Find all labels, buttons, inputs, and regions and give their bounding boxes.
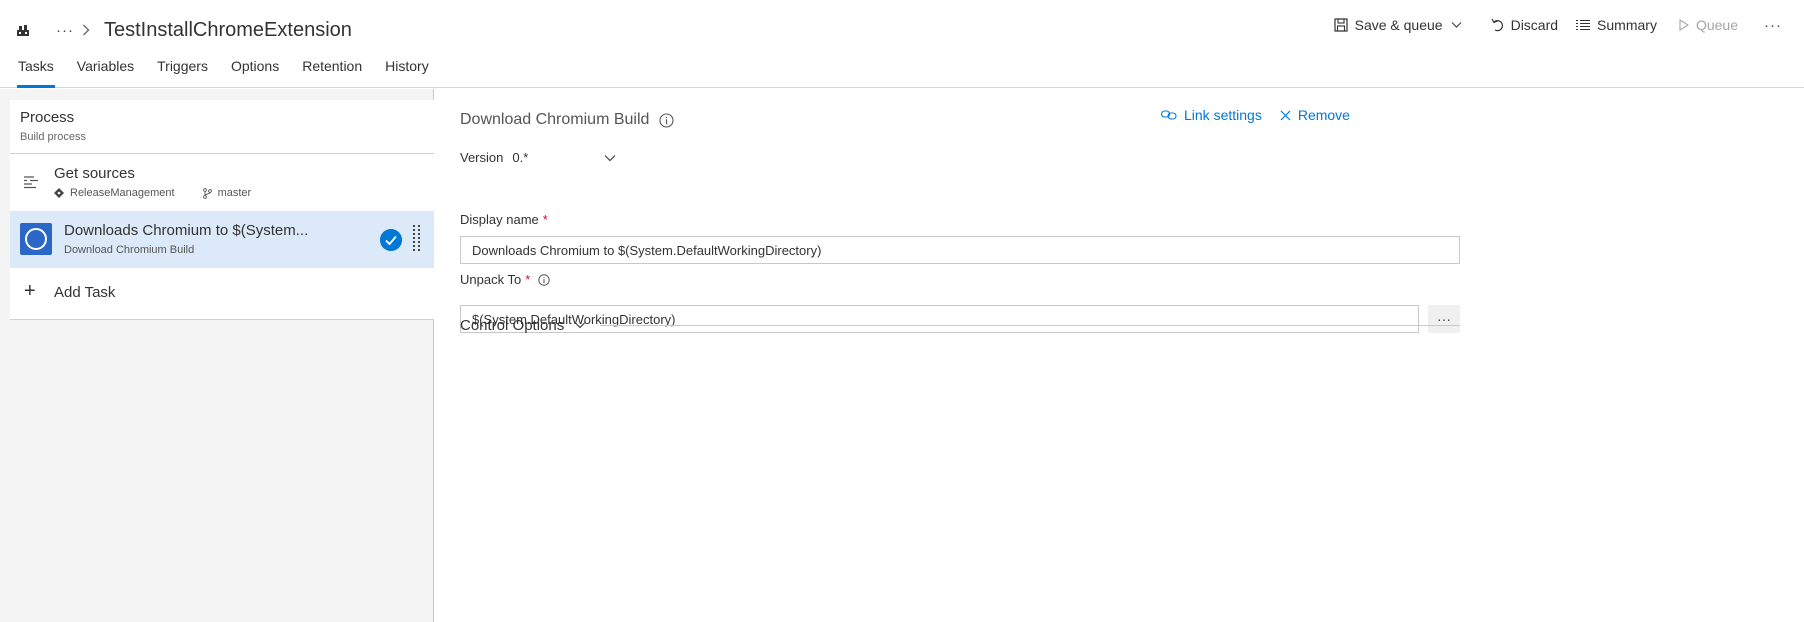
control-options-label: Control Options [460,316,565,334]
link-settings-button[interactable]: Link settings [1161,107,1262,123]
remove-label: Remove [1297,107,1350,123]
undo-icon [1491,18,1503,32]
info-icon[interactable] [659,112,674,128]
link-settings-label: Link settings [1184,107,1262,123]
add-task-label: Add Task [54,284,116,301]
unpack-to-label: Unpack To * [460,272,550,287]
plus-icon: + [24,280,36,302]
get-sources-meta: ReleaseManagement master [54,187,251,199]
task-list-panel: Process Build process Get sources Releas… [0,89,434,622]
task-detail-heading: Download Chromium Build [460,111,674,129]
tab-bar: Tasks Variables Triggers Options Retenti… [17,58,452,88]
summary-label: Summary [1597,17,1657,33]
breadcrumb: ··· TestInstallChromeExtension [16,14,352,46]
get-sources-item[interactable]: Get sources ReleaseManagement master [10,154,434,212]
display-name-field[interactable] [460,236,1460,264]
drag-handle-icon[interactable] [412,224,422,254]
toolbar: Save & queue Discard Summary Queue ··· [1334,14,1804,36]
build-pipeline-icon[interactable] [16,23,30,37]
branch-info: master [202,187,252,199]
task-detail-panel: Download Chromium Build Link settings Re… [435,89,1804,622]
chevron-down-icon [604,154,616,161]
version-selector: Version 0.* [460,150,616,165]
page-header: ··· TestInstallChromeExtension Save & qu… [0,0,1804,88]
tab-options[interactable]: Options [231,58,279,88]
page-title: TestInstallChromeExtension [104,18,352,41]
chevron-down-icon [574,322,586,329]
get-sources-title: Get sources [54,165,135,182]
chevron-right-icon [83,24,90,36]
info-icon[interactable] [538,273,550,286]
close-icon [1280,110,1291,120]
display-name-label: Display name * [460,212,548,227]
required-marker: * [542,212,548,227]
process-item[interactable]: Process Build process [10,100,434,154]
save-icon [1334,18,1348,32]
link-icon [1161,110,1177,120]
display-name-label-text: Display name [460,212,539,227]
version-label: Version [460,150,504,165]
add-task-button[interactable]: + Add Task [10,268,434,320]
chromium-task-icon [20,223,52,255]
task-item-download-chromium[interactable]: Downloads Chromium to $(System... Downlo… [10,212,434,268]
section-divider [600,324,1460,326]
save-and-queue-button[interactable]: Save & queue [1334,17,1469,33]
repo-name: ReleaseManagement [70,187,175,199]
remove-button[interactable]: Remove [1280,107,1350,123]
tab-triggers[interactable]: Triggers [157,58,208,88]
branch-icon [202,187,212,199]
chevron-down-icon[interactable] [1451,21,1462,29]
version-value: 0.* [512,150,529,165]
save-and-queue-label: Save & queue [1354,17,1443,33]
task-subtitle: Download Chromium Build [64,244,195,256]
version-dropdown[interactable]: 0.* [512,150,616,165]
discard-button[interactable]: Discard [1491,17,1558,33]
task-enabled-check-icon[interactable] [380,229,402,251]
control-options-section: Control Options [460,315,1460,335]
queue-button[interactable]: Queue [1679,17,1738,33]
discard-label: Discard [1510,17,1559,33]
tab-variables[interactable]: Variables [77,58,134,88]
unpack-to-label-text: Unpack To [460,272,522,287]
task-detail-title: Download Chromium Build [460,111,650,128]
more-actions-button[interactable]: ··· [1764,17,1782,34]
git-repo-icon [54,188,64,198]
breadcrumb-more-button[interactable]: ··· [56,22,74,39]
tab-tasks[interactable]: Tasks [17,58,55,88]
summary-button[interactable]: Summary [1576,17,1657,33]
task-detail-actions: Link settings Remove [1161,107,1350,123]
play-icon [1679,19,1689,31]
branch-name: master [217,187,252,199]
task-title: Downloads Chromium to $(System... [64,222,309,239]
tab-history[interactable]: History [385,58,429,88]
tab-retention[interactable]: Retention [302,58,362,88]
queue-label: Queue [1695,17,1738,33]
sources-icon [24,176,38,189]
list-icon [1576,19,1591,31]
control-options-toggle[interactable]: Control Options [460,317,586,334]
process-subtitle: Build process [20,131,87,143]
process-title: Process [20,109,75,126]
required-marker: * [525,272,531,287]
